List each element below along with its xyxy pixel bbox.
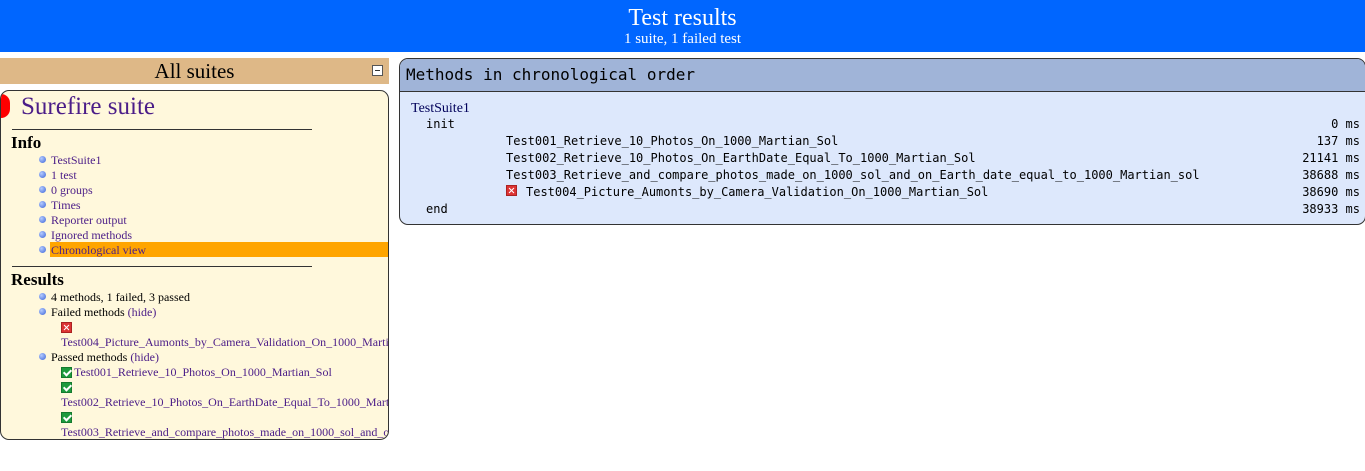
method-row-time: 38690 ms (1302, 185, 1360, 199)
method-row-time: 38688 ms (1302, 168, 1360, 182)
failed-suite-marker (1, 94, 10, 118)
hide-failed-link[interactable]: (hide) (128, 305, 157, 319)
divider (12, 129, 312, 130)
bullet-icon (39, 246, 46, 253)
page-subtitle: 1 suite, 1 failed test (623, 31, 742, 47)
collapse-icon[interactable] (372, 65, 383, 76)
info-item-tests[interactable]: 1 test (39, 168, 77, 183)
info-heading: Info (11, 133, 42, 152)
passed-method-link[interactable]: Test002_Retrieve_10_Photos_On_EarthDate_… (61, 395, 388, 410)
sidebar: All suites Surefire suite Info TestSuite… (0, 58, 389, 448)
method-row-time: 38933 ms (1302, 202, 1360, 216)
bullet-icon (39, 201, 46, 208)
bullet-icon (39, 308, 46, 315)
failed-methods-item: Failed methods (hide) (39, 305, 156, 320)
passed-methods-item: Passed methods (hide) (39, 350, 159, 365)
method-row-time: 0 ms (1331, 117, 1360, 131)
failed-method-link[interactable]: Test004_Picture_Aumonts_by_Camera_Valida… (61, 335, 388, 350)
results-heading: Results (11, 270, 64, 289)
results-summary: 4 methods, 1 failed, 3 passed (39, 290, 190, 305)
info-item-times[interactable]: Times (39, 198, 81, 213)
passed-icon (61, 412, 72, 423)
method-row-name: Test002_Retrieve_10_Photos_On_EarthDate_… (506, 151, 976, 165)
suite-name-label: TestSuite1 (411, 101, 470, 116)
bullet-icon (39, 231, 46, 238)
bullet-icon (39, 156, 46, 163)
panel-title: Methods in chronological order (400, 59, 1365, 92)
bullet-icon (39, 216, 46, 223)
all-suites-header: All suites (0, 58, 389, 84)
info-item-groups[interactable]: 0 groups (39, 183, 93, 198)
chronological-panel: Methods in chronological order TestSuite… (399, 58, 1365, 225)
info-item-reporter-output[interactable]: Reporter output (39, 213, 127, 228)
all-suites-label: All suites (154, 59, 235, 83)
method-row-name: Test004_Picture_Aumonts_by_Camera_Valida… (526, 185, 989, 199)
method-row-name: end (426, 202, 448, 216)
failed-icon (61, 322, 72, 333)
method-row-time: 21141 ms (1302, 151, 1360, 165)
top-header: Test results 1 suite, 1 failed test (0, 0, 1365, 52)
method-row-name: init (426, 117, 455, 131)
bullet-icon (39, 171, 46, 178)
info-item-testsuite[interactable]: TestSuite1 (39, 153, 102, 168)
passed-icon (61, 382, 72, 393)
passed-icon (61, 367, 72, 378)
hide-passed-link[interactable]: (hide) (130, 350, 159, 364)
suite-panel: Surefire suite Info TestSuite1 1 test 0 … (0, 90, 389, 440)
bullet-icon (39, 293, 46, 300)
info-item-chronological-view[interactable]: Chronological view (39, 243, 146, 258)
passed-method-link[interactable]: Test003_Retrieve_and_compare_photos_made… (61, 425, 388, 439)
divider (12, 266, 312, 267)
method-row-name: Test003_Retrieve_and_compare_photos_made… (506, 168, 1200, 182)
passed-method-link[interactable]: Test001_Retrieve_10_Photos_On_1000_Marti… (74, 365, 332, 380)
page-title: Test results (628, 5, 737, 31)
method-row-name: Test001_Retrieve_10_Photos_On_1000_Marti… (506, 134, 839, 148)
method-row-time: 137 ms (1316, 134, 1360, 148)
failed-icon (506, 185, 517, 196)
info-item-ignored-methods[interactable]: Ignored methods (39, 228, 132, 243)
suite-title[interactable]: Surefire suite (21, 92, 155, 122)
bullet-icon (39, 186, 46, 193)
bullet-icon (39, 353, 46, 360)
